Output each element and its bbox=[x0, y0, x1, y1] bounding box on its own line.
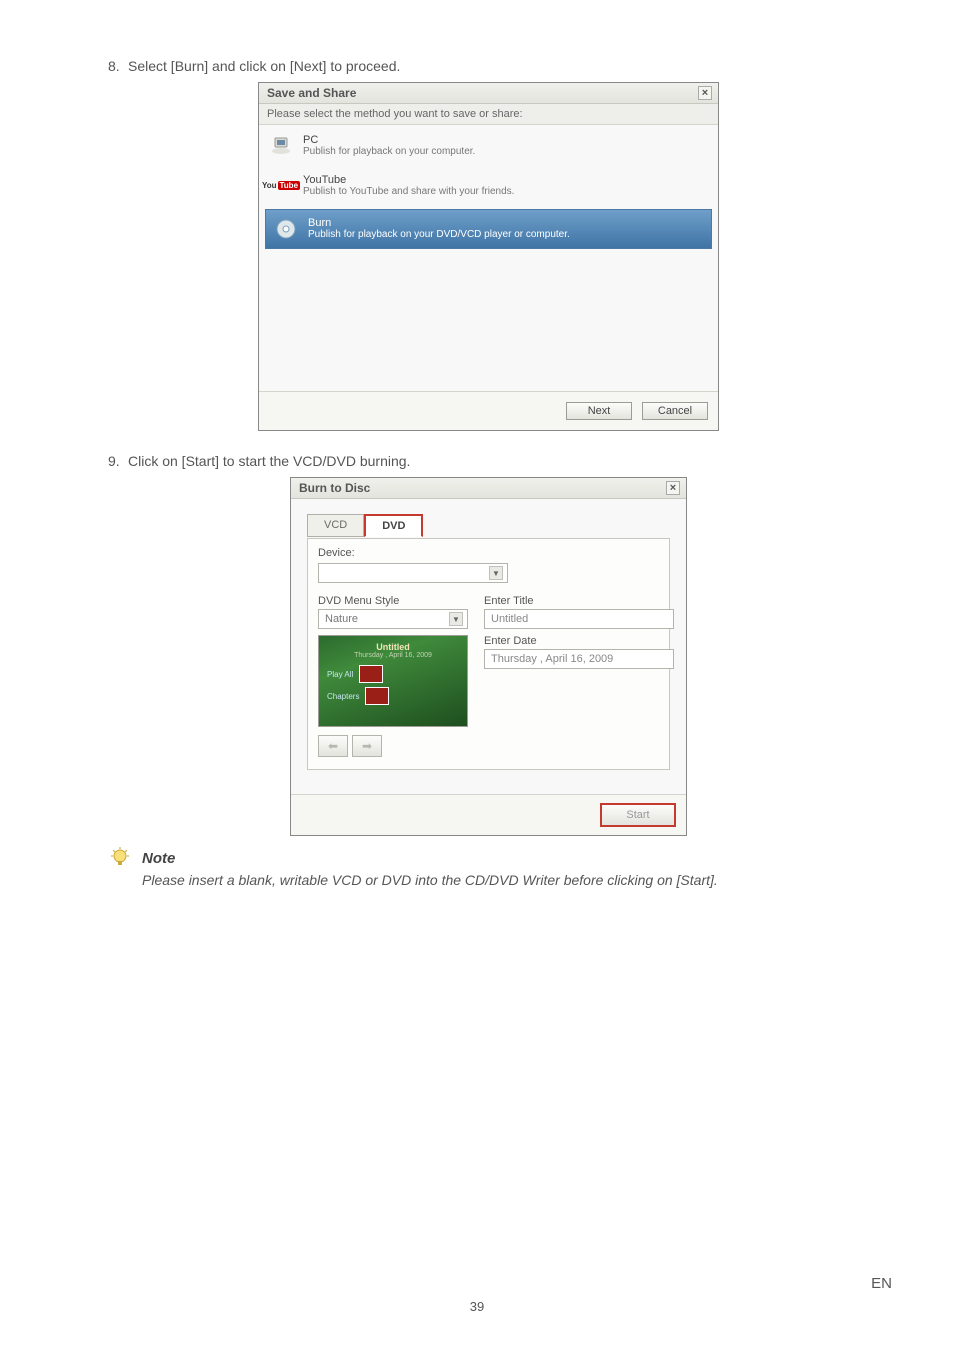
dialog-titlebar: Save and Share × bbox=[259, 83, 718, 104]
step-8: 8. Select [Burn] and click on [Next] to … bbox=[108, 58, 869, 74]
preview-chapters-label: Chapters bbox=[327, 692, 359, 701]
cancel-button[interactable]: Cancel bbox=[642, 402, 708, 420]
date-input[interactable] bbox=[484, 649, 674, 669]
step-number: 8. bbox=[108, 58, 128, 74]
step-9: 9. Click on [Start] to start the VCD/DVD… bbox=[108, 453, 869, 469]
option-title: YouTube bbox=[303, 174, 514, 186]
dialog-button-bar: Start bbox=[291, 794, 686, 835]
preview-title: Untitled bbox=[327, 642, 459, 652]
menu-style-combo[interactable]: Nature ▼ bbox=[318, 609, 468, 629]
step-text: Click on [Start] to start the VCD/DVD bu… bbox=[128, 453, 410, 469]
page-language: EN bbox=[871, 1275, 892, 1292]
option-sub: Publish for playback on your computer. bbox=[303, 146, 475, 157]
step-text: Select [Burn] and click on [Next] to pro… bbox=[128, 58, 400, 74]
page-number: 39 bbox=[0, 1299, 954, 1314]
tab-vcd[interactable]: VCD bbox=[307, 514, 364, 537]
preview-date: Thursday , April 16, 2009 bbox=[327, 652, 459, 659]
step-number: 9. bbox=[108, 453, 128, 469]
next-style-button[interactable]: ➡ bbox=[352, 735, 382, 757]
device-label: Device: bbox=[318, 547, 659, 559]
option-youtube[interactable]: YouTube YouTube Publish to YouTube and s… bbox=[259, 165, 718, 205]
dialog-instruction: Please select the method you want to sav… bbox=[259, 104, 718, 125]
lightbulb-icon bbox=[108, 846, 132, 870]
menu-style-label: DVD Menu Style bbox=[318, 595, 468, 607]
disc-icon bbox=[274, 217, 298, 241]
close-icon[interactable]: × bbox=[666, 481, 680, 495]
note-block: Note bbox=[108, 846, 869, 870]
dialog-title: Save and Share bbox=[267, 86, 356, 100]
device-combo[interactable]: ▼ bbox=[318, 563, 508, 583]
option-title: Burn bbox=[308, 217, 570, 229]
prev-style-button[interactable]: ⬅ bbox=[318, 735, 348, 757]
chevron-down-icon: ▼ bbox=[489, 566, 503, 580]
preview-thumb bbox=[365, 687, 389, 705]
start-button[interactable]: Start bbox=[600, 803, 676, 827]
burn-to-disc-dialog: Burn to Disc × VCD DVD Device: ▼ DVD Men… bbox=[290, 477, 687, 836]
dialog-button-bar: Next Cancel bbox=[259, 391, 718, 430]
option-sub: Publish for playback on your DVD/VCD pla… bbox=[308, 229, 570, 240]
menu-style-value: Nature bbox=[325, 613, 358, 625]
menu-preview: Untitled Thursday , April 16, 2009 Play … bbox=[318, 635, 468, 727]
youtube-icon: YouTube bbox=[269, 173, 293, 197]
option-title: PC bbox=[303, 134, 475, 146]
option-pc[interactable]: PC Publish for playback on your computer… bbox=[259, 125, 718, 165]
enter-title-label: Enter Title bbox=[484, 595, 674, 607]
next-button[interactable]: Next bbox=[566, 402, 632, 420]
note-title: Note bbox=[142, 850, 175, 867]
dialog-blank-area bbox=[259, 253, 718, 391]
chevron-down-icon: ▼ bbox=[449, 612, 463, 626]
option-sub: Publish to YouTube and share with your f… bbox=[303, 186, 514, 197]
device-panel: Device: ▼ DVD Menu Style Nature ▼ Untitl… bbox=[307, 538, 670, 770]
preview-thumb bbox=[359, 665, 383, 683]
pc-icon bbox=[269, 133, 293, 157]
preview-play-label: Play All bbox=[327, 670, 353, 679]
disc-type-tabs: VCD DVD bbox=[307, 513, 670, 536]
title-input[interactable] bbox=[484, 609, 674, 629]
enter-date-label: Enter Date bbox=[484, 635, 674, 647]
close-icon[interactable]: × bbox=[698, 86, 712, 100]
save-and-share-dialog: Save and Share × Please select the metho… bbox=[258, 82, 719, 431]
dialog-title: Burn to Disc bbox=[299, 481, 370, 495]
tab-dvd[interactable]: DVD bbox=[364, 514, 423, 537]
option-burn-selected[interactable]: Burn Publish for playback on your DVD/VC… bbox=[265, 209, 712, 249]
dialog-titlebar: Burn to Disc × bbox=[291, 478, 686, 499]
note-text: Please insert a blank, writable VCD or D… bbox=[142, 872, 869, 888]
